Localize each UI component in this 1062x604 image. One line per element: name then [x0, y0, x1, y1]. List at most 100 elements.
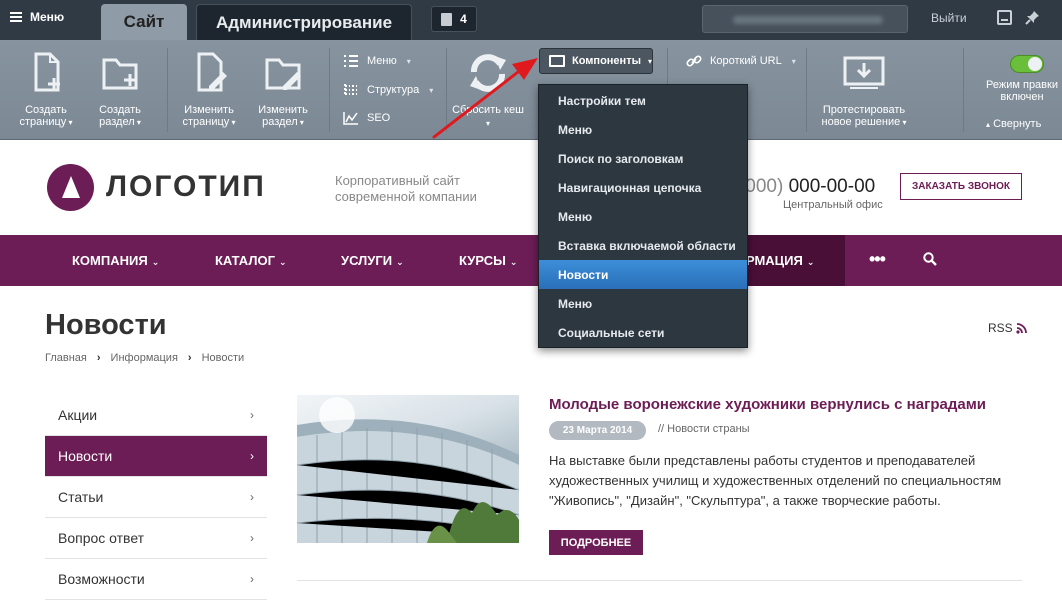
menu-dropdown[interactable]: Меню ▾: [343, 54, 411, 68]
news-title-link[interactable]: Молодые воронежские художники вернулись …: [549, 396, 986, 413]
components-item-menu[interactable]: Меню: [539, 115, 747, 144]
edit-page-icon: [197, 52, 227, 92]
request-call-button[interactable]: ЗАКАЗАТЬ ЗВОНОК: [900, 173, 1022, 200]
structure-dropdown[interactable]: Структура ▾: [343, 83, 433, 97]
user-name-field[interactable]: [702, 5, 908, 33]
nav-item-label: УСЛУГИ: [341, 253, 393, 268]
create-section-label: Создать раздел: [99, 104, 141, 128]
chevron-right-icon: ›: [250, 572, 254, 586]
nav-more-button[interactable]: •••: [869, 249, 886, 270]
logout-link[interactable]: Выйти: [931, 11, 967, 25]
chevron-down-icon: ⌄: [806, 257, 815, 267]
chevron-down-icon: ▾: [791, 56, 796, 66]
sidebar-item-articles[interactable]: Статьи ›: [45, 477, 267, 518]
news-divider: [297, 580, 1022, 581]
read-more-button[interactable]: ПОДРОБНЕЕ: [549, 530, 643, 555]
logo-text[interactable]: ЛОГОТИП: [106, 170, 266, 204]
create-section-button[interactable]: Создать раздел: [84, 50, 156, 129]
toolbar-divider: [167, 48, 168, 132]
building-photo: [297, 397, 519, 543]
site-slogan: Корпоративный сайт современной компании: [335, 173, 477, 204]
link-icon: [686, 55, 702, 67]
nav-item-services[interactable]: УСЛУГИ ⌄: [341, 253, 404, 268]
collapse-label: Свернуть: [993, 118, 1042, 130]
components-item-breadcrumb[interactable]: Навигационная цепочка: [539, 173, 747, 202]
menu-label: Меню: [367, 55, 397, 67]
hamburger-icon: [10, 12, 22, 22]
refresh-icon: [470, 54, 506, 92]
breadcrumb-item[interactable]: Главная: [45, 352, 87, 364]
sidebar-item-label: Вопрос ответ: [58, 530, 145, 546]
test-solution-button[interactable]: Протестировать новое решение: [819, 50, 909, 129]
chevron-right-icon: ›: [250, 449, 254, 463]
create-page-icon: [34, 52, 60, 92]
sidebar-item-promotions[interactable]: Акции ›: [45, 395, 267, 436]
components-item-news[interactable]: Новости: [539, 260, 747, 289]
chevron-down-icon: ▾: [647, 56, 652, 66]
edit-section-button[interactable]: Изменить раздел: [247, 50, 319, 129]
chevron-down-icon: ⌄: [278, 257, 287, 267]
chevron-right-icon: ›: [250, 531, 254, 545]
test-solution-label: Протестировать новое решение: [822, 104, 907, 128]
breadcrumb-item[interactable]: Информация: [111, 352, 178, 364]
components-button[interactable]: Компоненты ▾: [539, 48, 653, 74]
sidebar-item-faq[interactable]: Вопрос ответ ›: [45, 518, 267, 559]
reset-cache-button[interactable]: Сбросить кеш: [452, 50, 524, 130]
news-date-badge: 23 Марта 2014: [549, 421, 646, 440]
notifications-button[interactable]: 4: [431, 6, 477, 32]
chevron-down-icon: ▾: [406, 56, 411, 66]
sidebar-item-features[interactable]: Возможности ›: [45, 559, 267, 600]
sidebar-item-label: Акции: [58, 407, 98, 423]
sidebar-item-news[interactable]: Новости ›: [45, 436, 267, 477]
chevron-up-icon: ▴: [986, 120, 991, 129]
create-page-button[interactable]: Создать страницу: [10, 50, 82, 129]
news-image[interactable]: [297, 395, 519, 543]
components-item-social-networks[interactable]: Социальные сети: [539, 318, 747, 347]
components-item-include-area[interactable]: Вставка включаемой области: [539, 231, 747, 260]
nav-item-label: КОМПАНИЯ: [72, 253, 148, 268]
reset-cache-label: Сбросить кеш: [452, 104, 524, 129]
collapse-toolbar-button[interactable]: ▴ Свернуть: [986, 118, 1041, 130]
short-url-label: Короткий URL: [710, 55, 782, 67]
edit-section-label: Изменить раздел: [258, 104, 308, 128]
main-nav: КОМПАНИЯ ⌄ КАТАЛОГ ⌄ УСЛУГИ ⌄ КУРСЫ ⌄ ИНФОРМ…: [0, 235, 1062, 286]
rss-link[interactable]: RSS: [988, 321, 1027, 335]
chevron-right-icon: ›: [250, 490, 254, 504]
rss-label: RSS: [988, 321, 1013, 335]
notification-icon: [441, 12, 453, 26]
chevron-down-icon: ▾: [429, 85, 434, 95]
components-item-theme-settings[interactable]: Настройки тем: [539, 86, 747, 115]
components-dropdown-menu: Настройки тем Меню Поиск по заголовкам Н…: [538, 84, 748, 348]
seo-chart-icon: [343, 112, 358, 125]
search-icon[interactable]: [923, 252, 937, 266]
seo-button[interactable]: SEO: [343, 111, 390, 125]
pin-icon[interactable]: [1025, 10, 1040, 25]
admin-menu-button[interactable]: Меню: [10, 10, 64, 24]
sidebar-item-label: Возможности: [58, 571, 145, 587]
breadcrumb-separator-icon: ›: [187, 352, 192, 364]
nav-item-catalog[interactable]: КАТАЛОГ ⌄: [215, 253, 287, 268]
components-item-menu[interactable]: Меню: [539, 202, 747, 231]
page-title: Новости: [45, 309, 167, 341]
news-category-link[interactable]: // Новости страны: [658, 423, 750, 435]
tab-site[interactable]: Сайт: [101, 4, 187, 40]
edit-page-button[interactable]: Изменить страницу: [173, 50, 245, 129]
edit-mode-toggle[interactable]: [1010, 55, 1044, 73]
sidebar-menu: Акции › Новости › Статьи › Вопрос ответ …: [45, 395, 267, 600]
short-url-dropdown[interactable]: Короткий URL ▾: [686, 54, 796, 68]
nav-item-label: КАТАЛОГ: [215, 253, 275, 268]
create-folder-icon: [102, 58, 138, 90]
chevron-down-icon: ⌄: [396, 257, 404, 267]
edit-mode-label: Режим правки включен: [986, 79, 1058, 103]
nav-item-company[interactable]: КОМПАНИЯ ⌄: [72, 253, 159, 268]
components-item-menu[interactable]: Меню: [539, 289, 747, 318]
components-item-title-search[interactable]: Поиск по заголовкам: [539, 144, 747, 173]
breadcrumb-separator-icon: ›: [96, 352, 101, 364]
hotkeys-icon[interactable]: [997, 10, 1012, 25]
nav-item-courses[interactable]: КУРСЫ ⌄: [459, 253, 517, 268]
office-link[interactable]: Центральный офис: [783, 199, 883, 211]
sidebar-item-label: Новости: [58, 448, 113, 464]
tab-administration[interactable]: Администрирование: [196, 4, 412, 40]
logo-icon[interactable]: [47, 164, 94, 211]
chevron-right-icon: ›: [250, 408, 254, 422]
